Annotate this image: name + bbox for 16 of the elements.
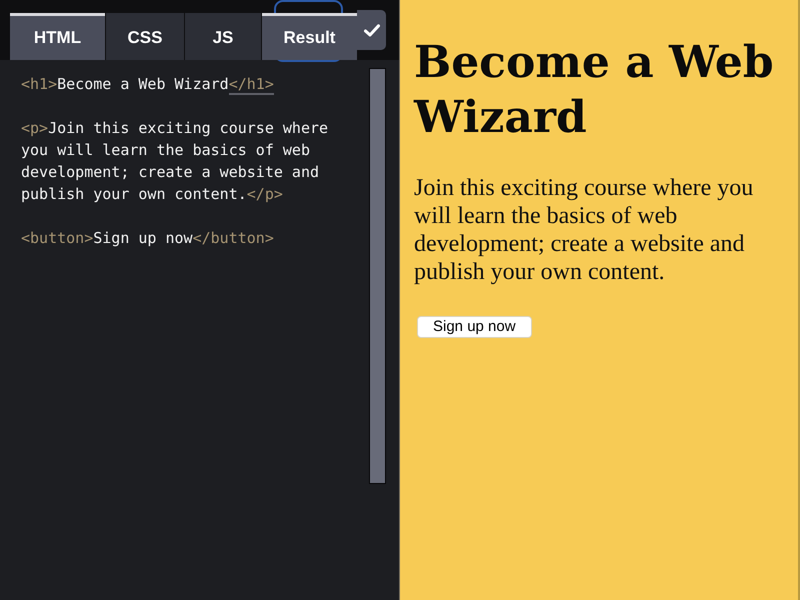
- editor-tab[interactable]: Result: [262, 13, 357, 60]
- code-line: publish your own content.</p>: [21, 184, 283, 205]
- code-line: <p>Join this exciting course where: [21, 118, 328, 139]
- editor-tab[interactable]: HTML: [10, 13, 105, 60]
- run-button[interactable]: [357, 10, 386, 50]
- page-heading: Become a Web Wizard: [414, 36, 775, 145]
- code-line: you will learn the basics of web: [21, 140, 310, 161]
- scrollbar-thumb[interactable]: [369, 68, 386, 484]
- code-line: <button>Sign up now</button>: [21, 228, 274, 249]
- page-paragraph: Join this exciting course where you will learn the basics of web development; create a website and publish your own content.: [414, 174, 754, 286]
- editor-tab[interactable]: JS: [185, 13, 261, 60]
- code-line: development; create a website and: [21, 162, 320, 183]
- signup-button[interactable]: Sign up now: [417, 316, 532, 338]
- checkmark-icon: [364, 24, 380, 36]
- code-line: <h1>Become a Web Wizard</h1>: [21, 74, 274, 95]
- editor-tab[interactable]: CSS: [106, 13, 184, 60]
